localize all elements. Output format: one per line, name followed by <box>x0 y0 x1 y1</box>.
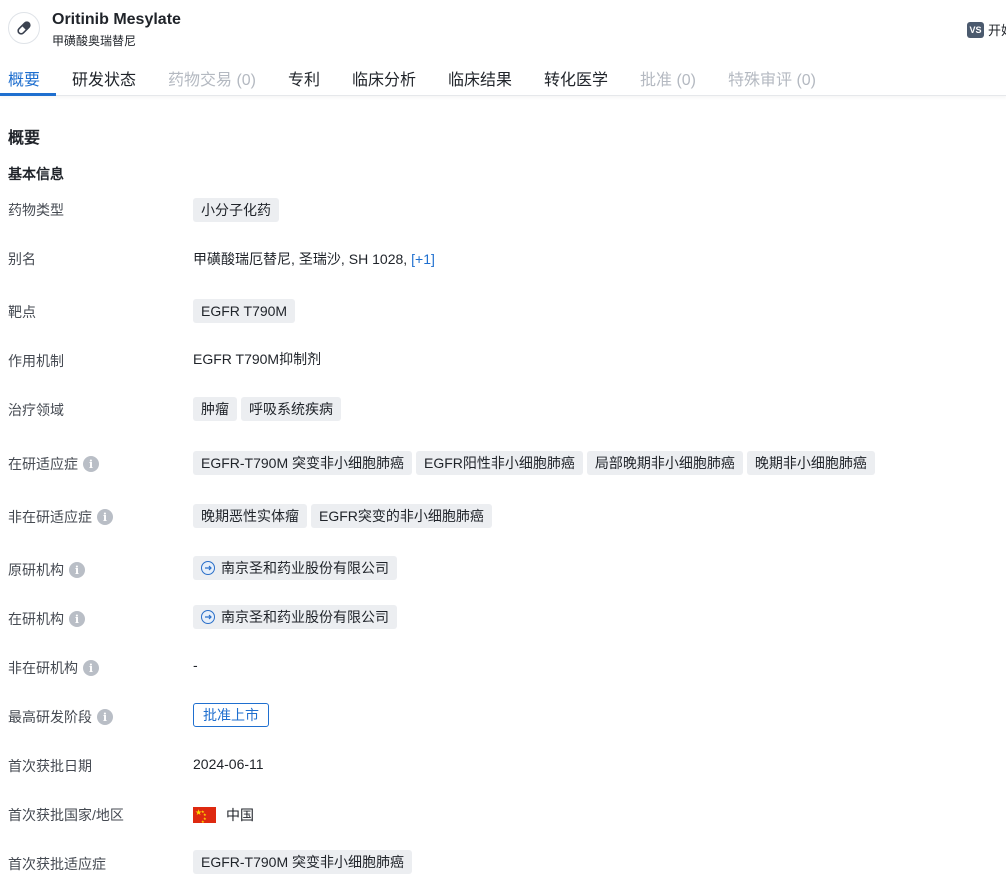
target-label: 靶点 <box>8 304 36 320</box>
organization-tag[interactable]: 南京圣和药业股份有限公司 <box>193 605 397 629</box>
drug-type-value: 小分子化药 <box>193 198 279 222</box>
drug-type-label: 药物类型 <box>8 202 64 218</box>
alias-more-link[interactable]: [+1] <box>411 251 435 267</box>
first-approval-date-label: 首次获批日期 <box>8 758 92 774</box>
first-approval-indication-value: EGFR-T790M 突变非小细胞肺癌 <box>193 850 413 874</box>
basic-info-title: 基本信息 <box>8 166 64 182</box>
tab-clinical-results[interactable]: 临床结果 <box>448 66 512 90</box>
originator-value: 南京圣和药业股份有限公司 <box>193 556 397 580</box>
drug-header: Oritinib Mesylate 甲磺酸奥瑞替尼 VS 开始 概要 研发状态 … <box>0 0 1006 96</box>
first-approval-date-value: 2024-06-11 <box>193 756 264 772</box>
therapeutic-area-tag[interactable]: 呼吸系统疾病 <box>241 397 341 421</box>
target-tag[interactable]: EGFR T790M <box>193 299 296 323</box>
therapeutic-area-tag[interactable]: 肿瘤 <box>193 397 237 421</box>
indication-tag[interactable]: EGFR突变的非小细胞肺癌 <box>311 504 492 528</box>
therapeutic-area-value: 肿瘤 呼吸系统疾病 <box>193 397 341 421</box>
first-approval-indication-label: 首次获批适应症 <box>8 856 106 872</box>
vs-icon: VS <box>967 21 984 38</box>
tab-special-review[interactable]: 特殊审评 (0) <box>728 66 816 90</box>
indication-tag[interactable]: 晚期恶性实体瘤 <box>193 504 307 528</box>
tab-deals[interactable]: 药物交易 (0) <box>168 66 256 90</box>
pill-icon <box>8 12 40 44</box>
drug-type-tag[interactable]: 小分子化药 <box>193 198 279 222</box>
info-icon[interactable]: i <box>69 562 85 578</box>
mechanism-label: 作用机制 <box>8 353 64 369</box>
alias-item: SH 1028, <box>348 251 408 267</box>
info-icon[interactable]: i <box>69 611 85 627</box>
organization-icon <box>201 561 215 575</box>
section-title: 概要 <box>8 130 41 147</box>
active-tab-indicator <box>0 93 56 96</box>
first-approval-country-label: 首次获批国家/地区 <box>8 807 124 823</box>
inactive-org-value: - <box>193 657 198 673</box>
info-icon[interactable]: i <box>83 456 99 472</box>
compare-label: 开始 <box>988 23 1006 38</box>
alias-item: 圣瑞沙, <box>298 251 345 267</box>
originator-label: 原研机构 i <box>8 560 85 580</box>
indication-tag[interactable]: 晚期非小细胞肺癌 <box>746 451 875 475</box>
tab-clinical-analysis[interactable]: 临床分析 <box>352 66 416 90</box>
organization-icon <box>201 610 215 624</box>
active-indication-label: 在研适应症 i <box>8 454 99 474</box>
drug-name-english: Oritinib Mesylate <box>52 11 181 28</box>
tab-approvals[interactable]: 批准 (0) <box>640 66 696 90</box>
inactive-indication-value: 晚期恶性实体瘤 EGFR突变的非小细胞肺癌 <box>193 504 492 528</box>
info-icon[interactable]: i <box>83 660 99 676</box>
therapeutic-area-label: 治疗领域 <box>8 402 64 418</box>
alias-item: 甲磺酸瑞厄替尼, <box>193 251 295 267</box>
active-indication-value: EGFR-T790M 突变非小细胞肺癌 EGFR阳性非小细胞肺癌 局部晚期非小细… <box>193 451 875 475</box>
highest-phase-value: 批准上市 <box>193 703 269 727</box>
alias-label: 别名 <box>8 251 36 267</box>
tab-overview[interactable]: 概要 <box>8 66 40 90</box>
first-approval-country-value: ★ ★ ★ ★ ★ 中国 <box>193 807 254 824</box>
active-org-label: 在研机构 i <box>8 609 85 629</box>
tab-patents[interactable]: 专利 <box>288 66 320 90</box>
tab-rd-status[interactable]: 研发状态 <box>72 66 136 90</box>
active-org-value: 南京圣和药业股份有限公司 <box>193 605 397 629</box>
indication-tag[interactable]: 局部晚期非小细胞肺癌 <box>586 451 743 475</box>
tab-bar: 概要 研发状态 药物交易 (0) 专利 临床分析 临床结果 转化医学 批准 (0… <box>0 60 1006 96</box>
highest-phase-label: 最高研发阶段 i <box>8 707 113 727</box>
phase-badge[interactable]: 批准上市 <box>193 703 269 727</box>
tab-translational-medicine[interactable]: 转化医学 <box>544 66 608 90</box>
indication-tag[interactable]: EGFR阳性非小细胞肺癌 <box>416 451 583 475</box>
info-icon[interactable]: i <box>97 509 113 525</box>
alias-value: 甲磺酸瑞厄替尼, 圣瑞沙, SH 1028, [+1] <box>193 249 435 269</box>
inactive-indication-label: 非在研适应症 i <box>8 507 113 527</box>
indication-tag[interactable]: EGFR-T790M 突变非小细胞肺癌 <box>193 451 413 475</box>
inactive-org-label: 非在研机构 i <box>8 658 99 678</box>
compare-button[interactable]: VS 开始 <box>967 20 1006 39</box>
china-flag-icon: ★ ★ ★ ★ ★ <box>193 807 216 824</box>
indication-tag[interactable]: EGFR-T790M 突变非小细胞肺癌 <box>193 850 413 874</box>
mechanism-value: EGFR T790M抑制剂 <box>193 351 322 367</box>
info-icon[interactable]: i <box>97 709 113 725</box>
drug-name-chinese: 甲磺酸奥瑞替尼 <box>52 34 137 48</box>
organization-tag[interactable]: 南京圣和药业股份有限公司 <box>193 556 397 580</box>
target-value: EGFR T790M <box>193 299 296 323</box>
